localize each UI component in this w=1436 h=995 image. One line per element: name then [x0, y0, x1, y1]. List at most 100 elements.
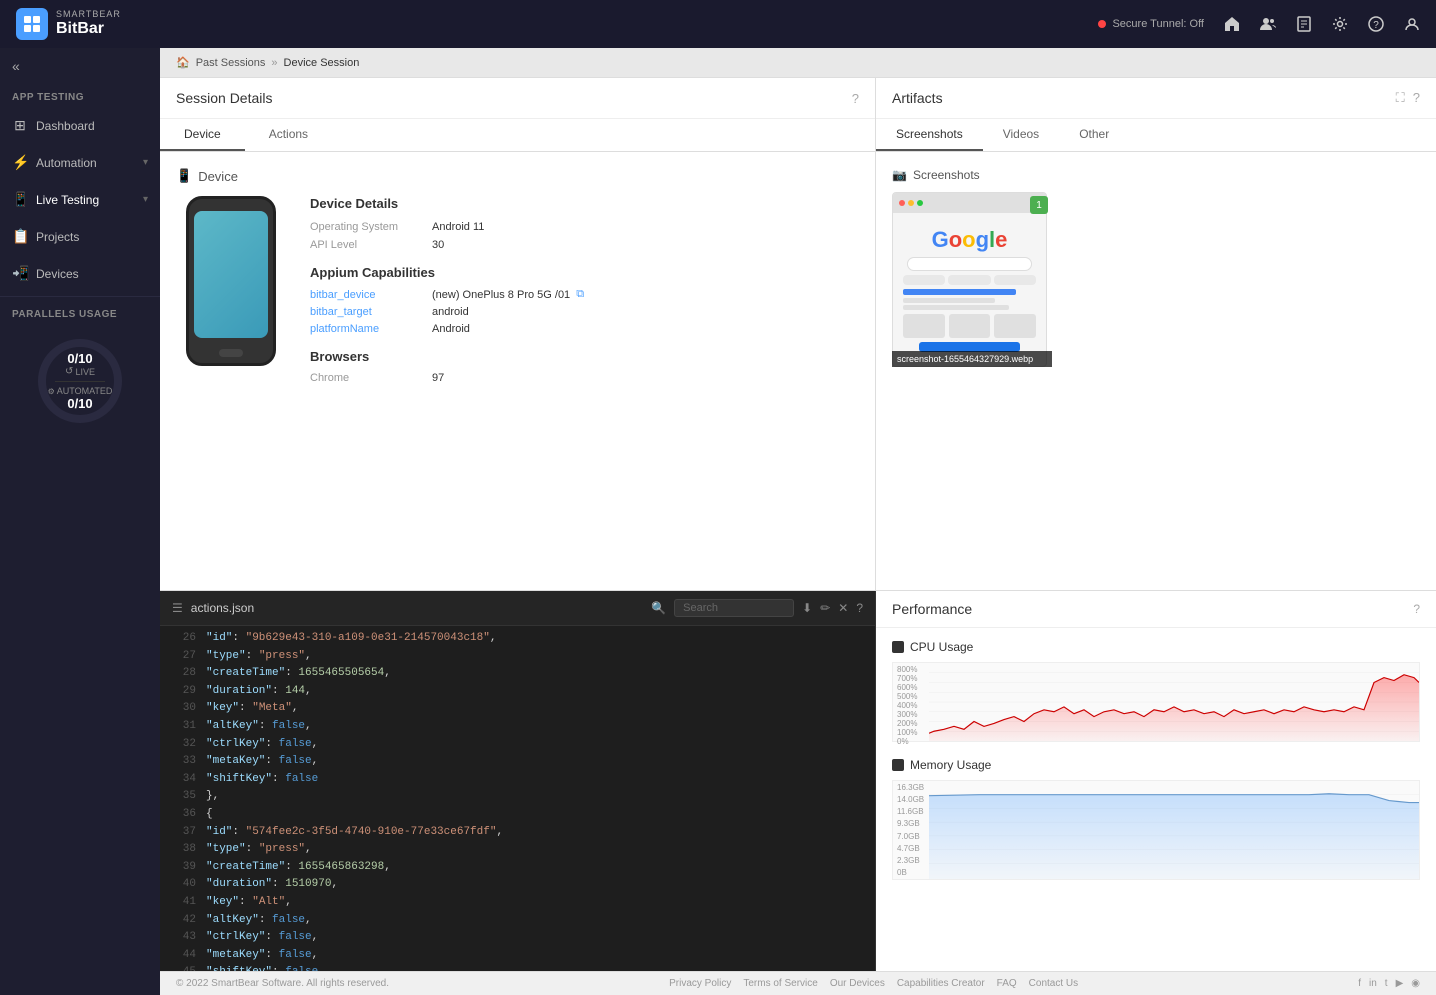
bitbar-device-label: bitbar_device [310, 289, 420, 301]
sidebar-item-dashboard[interactable]: ⊞ Dashboard [0, 107, 160, 144]
line-number: 34 [168, 771, 196, 789]
table-row: 28"createTime": 1655465505654, [160, 665, 875, 683]
table-row: 45"shiftKey": false [160, 964, 875, 971]
linkedin-icon[interactable]: in [1369, 978, 1377, 989]
help-button[interactable]: ? [1368, 16, 1384, 32]
help-icon[interactable]: ? [856, 601, 863, 615]
close-icon[interactable]: ✕ [838, 601, 848, 615]
copyright: © 2022 SmartBear Software. All rights re… [176, 978, 389, 989]
page-footer: © 2022 SmartBear Software. All rights re… [160, 971, 1436, 995]
device-header-icon: 📱 [176, 168, 192, 184]
performance-help-icon[interactable]: ? [1413, 602, 1420, 616]
rss-icon[interactable]: ◉ [1411, 978, 1420, 989]
tab-videos[interactable]: Videos [983, 119, 1059, 151]
session-panel-content: 📱 Device Device Details [160, 152, 875, 590]
tab-screenshots[interactable]: Screenshots [876, 119, 983, 151]
twitter-icon[interactable]: t [1385, 978, 1388, 989]
breadcrumb-icon: 🏠 [176, 56, 190, 69]
youtube-icon[interactable]: ▶ [1396, 978, 1404, 989]
logo: SMARTBEAR BitBar [16, 8, 121, 40]
api-value: 30 [432, 239, 444, 251]
memory-chart-section: Memory Usage 16.3GB 14.0GB 11.6GB 9.3GB … [892, 758, 1420, 880]
sidebar-item-devices[interactable]: 📲 Devices [0, 255, 160, 292]
sidebar-item-live-testing[interactable]: 📱 Live Testing ▾ [0, 181, 160, 218]
automation-icon: ⚡ [12, 154, 28, 171]
capabilities-title: Appium Capabilities [310, 265, 859, 280]
performance-header: Performance ? [876, 591, 1436, 628]
sidebar-toggle[interactable]: « [0, 48, 160, 84]
platform-value: Android [432, 323, 470, 335]
footer-capabilities[interactable]: Capabilities Creator [897, 978, 985, 989]
edit-icon[interactable]: ✏ [820, 601, 830, 615]
line-number: 37 [168, 824, 196, 842]
table-row: 29"duration": 144, [160, 683, 875, 701]
table-row: 40"duration": 1510970, [160, 876, 875, 894]
line-content: "id": "9b629e43-310-a109-0e31-214570043c… [206, 630, 496, 648]
footer-terms[interactable]: Terms of Service [743, 978, 817, 989]
screenshot-thumbnail[interactable]: Google [892, 192, 1052, 367]
footer-devices[interactable]: Our Devices [830, 978, 885, 989]
phone-screen [194, 211, 268, 338]
facebook-icon[interactable]: f [1358, 978, 1361, 989]
settings-button[interactable] [1332, 16, 1348, 32]
line-number: 41 [168, 894, 196, 912]
bitbar-device-row: bitbar_device (new) OnePlus 8 Pro 5G /01… [310, 288, 859, 301]
tab-device[interactable]: Device [160, 119, 245, 151]
table-row: 42"altKey": false, [160, 912, 875, 930]
memory-chart: 16.3GB 14.0GB 11.6GB 9.3GB 7.0GB 4.7GB 2… [892, 780, 1420, 880]
gauge-circle: 0/10 ↺ LIVE ⚙ AUTOMATED 0/10 [35, 336, 125, 426]
nav-icons: Secure Tunnel: Off ? [1098, 16, 1420, 32]
device-body: Device Details Operating System Android … [176, 196, 859, 389]
table-row: 35}, [160, 788, 875, 806]
live-gauge-label: ↺ LIVE [65, 366, 95, 377]
invoices-button[interactable] [1296, 16, 1312, 32]
users-button[interactable] [1260, 16, 1276, 32]
cpu-icon [892, 641, 904, 653]
automated-gauge-label: ⚙ AUTOMATED [48, 386, 113, 396]
tab-other[interactable]: Other [1059, 119, 1129, 151]
home-button[interactable] [1224, 16, 1240, 32]
device-details: Device Details Operating System Android … [310, 196, 859, 389]
phone-button [219, 349, 243, 357]
footer-contact[interactable]: Contact Us [1029, 978, 1078, 989]
download-icon[interactable]: ⬇ [802, 601, 812, 615]
session-help-icon[interactable]: ? [852, 91, 859, 106]
line-number: 30 [168, 700, 196, 718]
memory-chart-title: Memory Usage [892, 758, 1420, 772]
session-panel-header: Session Details ? [160, 78, 875, 119]
tab-actions[interactable]: Actions [245, 119, 332, 151]
table-row: 37"id": "574fee2c-3f5d-4740-910e-77e33ce… [160, 824, 875, 842]
help-icon[interactable]: ? [1413, 90, 1420, 106]
line-number: 33 [168, 753, 196, 771]
account-button[interactable] [1404, 16, 1420, 32]
line-number: 29 [168, 683, 196, 701]
api-row: API Level 30 [310, 239, 859, 251]
table-row: 44"metaKey": false, [160, 947, 875, 965]
line-number: 26 [168, 630, 196, 648]
artifacts-content: 📷 Screenshots [876, 152, 1436, 590]
sidebar-item-projects[interactable]: 📋 Projects [0, 218, 160, 255]
sidebar: « APP TESTING ⊞ Dashboard ⚡ Automation ▾… [0, 48, 160, 995]
session-panel-title: Session Details [176, 90, 273, 106]
expand-icon[interactable]: ⛶ [1396, 90, 1405, 106]
footer-faq[interactable]: FAQ [997, 978, 1017, 989]
footer-social: f in t ▶ ◉ [1358, 978, 1420, 989]
breadcrumb-past-sessions[interactable]: Past Sessions [196, 57, 266, 69]
os-label: Operating System [310, 221, 420, 233]
os-row: Operating System Android 11 [310, 221, 859, 233]
footer-privacy[interactable]: Privacy Policy [669, 978, 731, 989]
line-number: 27 [168, 648, 196, 666]
sidebar-item-automation[interactable]: ⚡ Automation ▾ [0, 144, 160, 181]
tunnel-status[interactable]: Secure Tunnel: Off [1098, 18, 1204, 30]
breadcrumb-current: Device Session [284, 57, 360, 69]
search-input[interactable] [674, 599, 794, 617]
table-row: 32"ctrlKey": false, [160, 736, 875, 754]
automated-gauge-value: 0/10 [67, 396, 92, 411]
platform-label: platformName [310, 323, 420, 335]
copy-icon[interactable]: ⧉ [576, 288, 584, 301]
line-content: "shiftKey": false [206, 771, 318, 789]
artifacts-header: Artifacts ⛶ ? [876, 78, 1436, 119]
table-row: 34 "shiftKey": false [160, 771, 875, 789]
performance-title: Performance [892, 601, 972, 617]
usage-gauge: 0/10 ↺ LIVE ⚙ AUTOMATED 0/10 [0, 324, 160, 438]
